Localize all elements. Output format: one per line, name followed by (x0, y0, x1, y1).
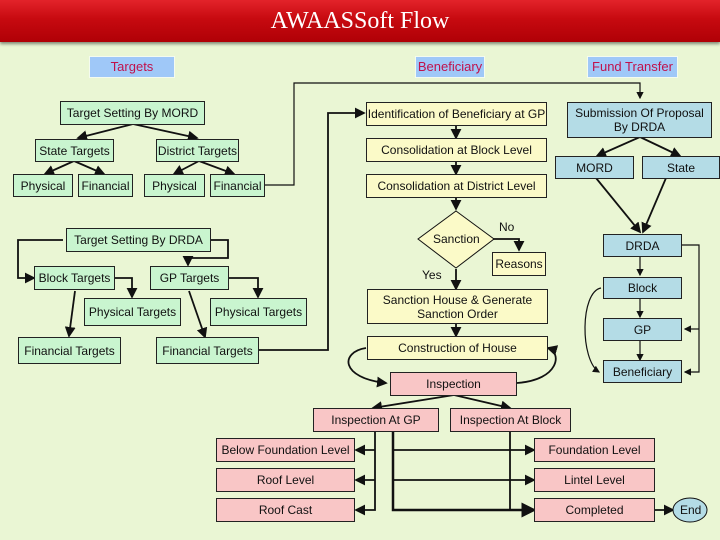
construction-of-house: Construction of House (367, 336, 548, 360)
consolidation-block-level: Consolidation at Block Level (366, 138, 547, 162)
sanction-house-line-1: Sanction House & Generate (382, 292, 533, 307)
submission-line-2: By DRDA (613, 120, 666, 134)
sanction-house-line-2: Sanction Order (417, 306, 498, 321)
identification-of-beneficiary: Identification of Beneficiary at GP (366, 102, 547, 126)
below-foundation-level: Below Foundation Level (216, 438, 355, 462)
state-targets: State Targets (35, 139, 114, 162)
sanction-label: Sanction (433, 232, 480, 246)
fund-beneficiary: Beneficiary (603, 360, 682, 383)
no-label: No (499, 220, 515, 234)
block-targets: Block Targets (34, 266, 115, 290)
state-financial: Financial (78, 174, 133, 197)
sanction-house-box: Sanction House & Generate Sanction Order (367, 289, 548, 324)
block-financial-targets: Financial Targets (18, 337, 121, 364)
district-financial: Financial (210, 174, 265, 197)
roof-level: Roof Level (216, 468, 355, 492)
gp-targets: GP Targets (150, 266, 229, 290)
fund-block: Block (603, 277, 682, 299)
fund-drda: DRDA (603, 234, 682, 257)
district-targets: District Targets (156, 139, 239, 162)
roof-cast: Roof Cast (216, 498, 355, 522)
submission-of-proposal: Submission Of Proposal By DRDA (567, 102, 712, 138)
foundation-level: Foundation Level (534, 438, 655, 462)
state-physical: Physical (13, 174, 73, 197)
fund-gp: GP (603, 318, 682, 341)
fund-mord: MORD (555, 156, 634, 179)
yes-label: Yes (422, 268, 442, 282)
inspection-box: Inspection (390, 372, 517, 396)
inspection-at-gp: Inspection At GP (313, 408, 439, 432)
target-setting-drda: Target Setting By DRDA (66, 228, 211, 252)
target-setting-mord: Target Setting By MORD (60, 101, 205, 125)
completed: Completed (534, 498, 655, 522)
gp-financial-targets: Financial Targets (156, 337, 259, 364)
reasons-box: Reasons (492, 252, 546, 276)
submission-line-1: Submission Of Proposal (575, 106, 704, 120)
lintel-level: Lintel Level (534, 468, 655, 492)
district-physical: Physical (144, 174, 205, 197)
end-label: End (680, 503, 702, 517)
gp-physical-targets: Physical Targets (210, 298, 307, 326)
consolidation-district-level: Consolidation at District Level (366, 174, 547, 198)
block-physical-targets: Physical Targets (84, 298, 181, 326)
fund-state: State (642, 156, 720, 179)
inspection-at-block: Inspection At Block (450, 408, 571, 432)
